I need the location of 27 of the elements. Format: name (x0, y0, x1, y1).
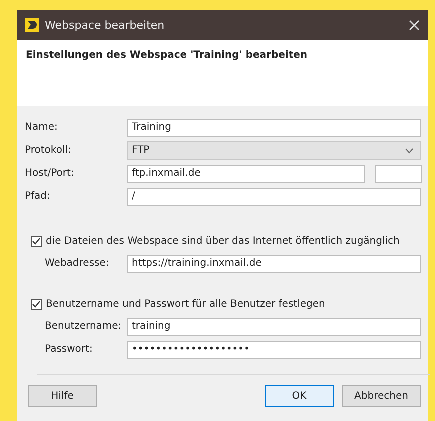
checkbox-label: die Dateien des Webspace sind über das Internet öffentlich zugänglich (46, 236, 400, 246)
field-label: Name: (25, 122, 59, 133)
field-label: Protokoll: (25, 145, 72, 156)
text-field[interactable]: Training (127, 118, 421, 136)
checkbox-label: Benutzername und Passwort für alle Benutzer festlegen (46, 298, 326, 310)
dialog-heading: Einstellungen des Webspace 'Training' bearbeiten (26, 50, 308, 61)
text-field[interactable]: •••••••••••••••••••• (127, 340, 421, 358)
window-title: Webspace bearbeiten (45, 18, 166, 32)
app-logo-icon (25, 18, 39, 32)
close-icon[interactable] (409, 20, 420, 30)
checkbox[interactable] (31, 236, 42, 246)
field-label: Pfad: (25, 191, 52, 202)
field-label: Benutzername: (45, 321, 123, 332)
ok-button[interactable]: OK (265, 385, 334, 407)
text-field[interactable]: training (127, 318, 421, 336)
port-field[interactable] (375, 164, 422, 182)
field-label: Host/Port: (25, 168, 76, 179)
cancel-button[interactable]: Abbrechen (342, 385, 421, 407)
host-field[interactable]: ftp.inxmail.de (127, 164, 365, 182)
checkbox[interactable] (31, 298, 42, 310)
text-field[interactable]: / (127, 188, 421, 206)
text-field[interactable]: https://training.inxmail.de (127, 254, 421, 272)
protocol-dropdown[interactable]: FTP (127, 141, 421, 160)
chevron-down-icon (405, 148, 414, 154)
field-label: Passwort: (45, 344, 94, 355)
help-button[interactable]: Hilfe (28, 385, 97, 407)
field-label: Webadresse: (45, 258, 110, 269)
